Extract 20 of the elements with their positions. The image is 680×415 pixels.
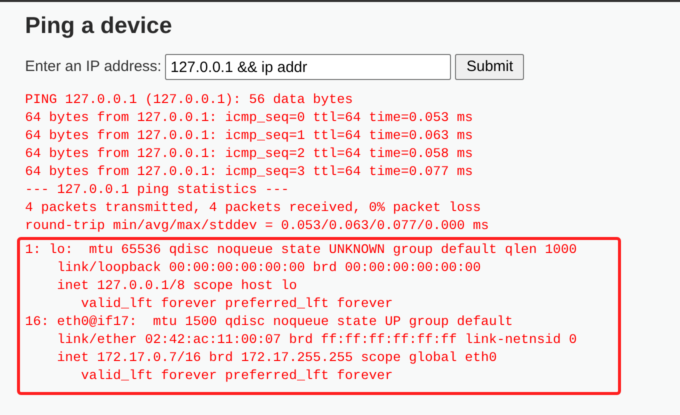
submit-button[interactable]: Submit: [455, 54, 524, 80]
output-line: 64 bytes from 127.0.0.1: icmp_seq=0 ttl=64 time=0.053 ms: [25, 110, 473, 128]
output-line: 16: eth0@if17: mtu 1500 qdisc noqueue state UP group default: [25, 314, 513, 332]
output-line: link/ether 02:42:ac:11:00:07 brd ff:ff:ff:ff:ff:ff link-netnsid 0: [56, 332, 577, 350]
output-line: --- 127.0.0.1 ping statistics ---: [25, 182, 289, 200]
output-line: 1: lo: mtu 65536 qdisc noqueue state UNKNOWN group default qlen 1000: [25, 242, 577, 260]
output-line: 64 bytes from 127.0.0.1: icmp_seq=1 ttl=64 time=0.063 ms: [25, 128, 473, 146]
output-line: inet 172.17.0.7/16 brd 172.17.255.255 scope global eth0: [56, 350, 497, 368]
output-line: valid_lft forever preferred_lft forever: [80, 368, 393, 386]
field-label: Enter an IP address:: [25, 56, 162, 77]
output-line: inet 127.0.0.1/8 scope host lo: [56, 278, 297, 296]
output-line: round-trip min/avg/max/stddev = 0.053/0.063/0.077/0.000 ms: [25, 218, 489, 236]
output-line: link/loopback 00:00:00:00:00:00 brd 00:00:00:00:00:00: [56, 260, 481, 278]
output-line: valid_lft forever preferred_lft forever: [80, 296, 393, 314]
output-line: PING 127.0.0.1 (127.0.0.1): 56 data bytes: [25, 92, 353, 110]
page-heading: Ping a device: [25, 11, 172, 39]
output-line: 64 bytes from 127.0.0.1: icmp_seq=3 ttl=64 time=0.077 ms: [25, 164, 473, 182]
ip-address-field[interactable]: 127.0.0.1 && ip addr: [165, 54, 452, 80]
output-line: 4 packets transmitted, 4 packets received, 0% packet loss: [25, 200, 481, 218]
output-line: 64 bytes from 127.0.0.1: icmp_seq=2 ttl=64 time=0.058 ms: [25, 146, 473, 164]
